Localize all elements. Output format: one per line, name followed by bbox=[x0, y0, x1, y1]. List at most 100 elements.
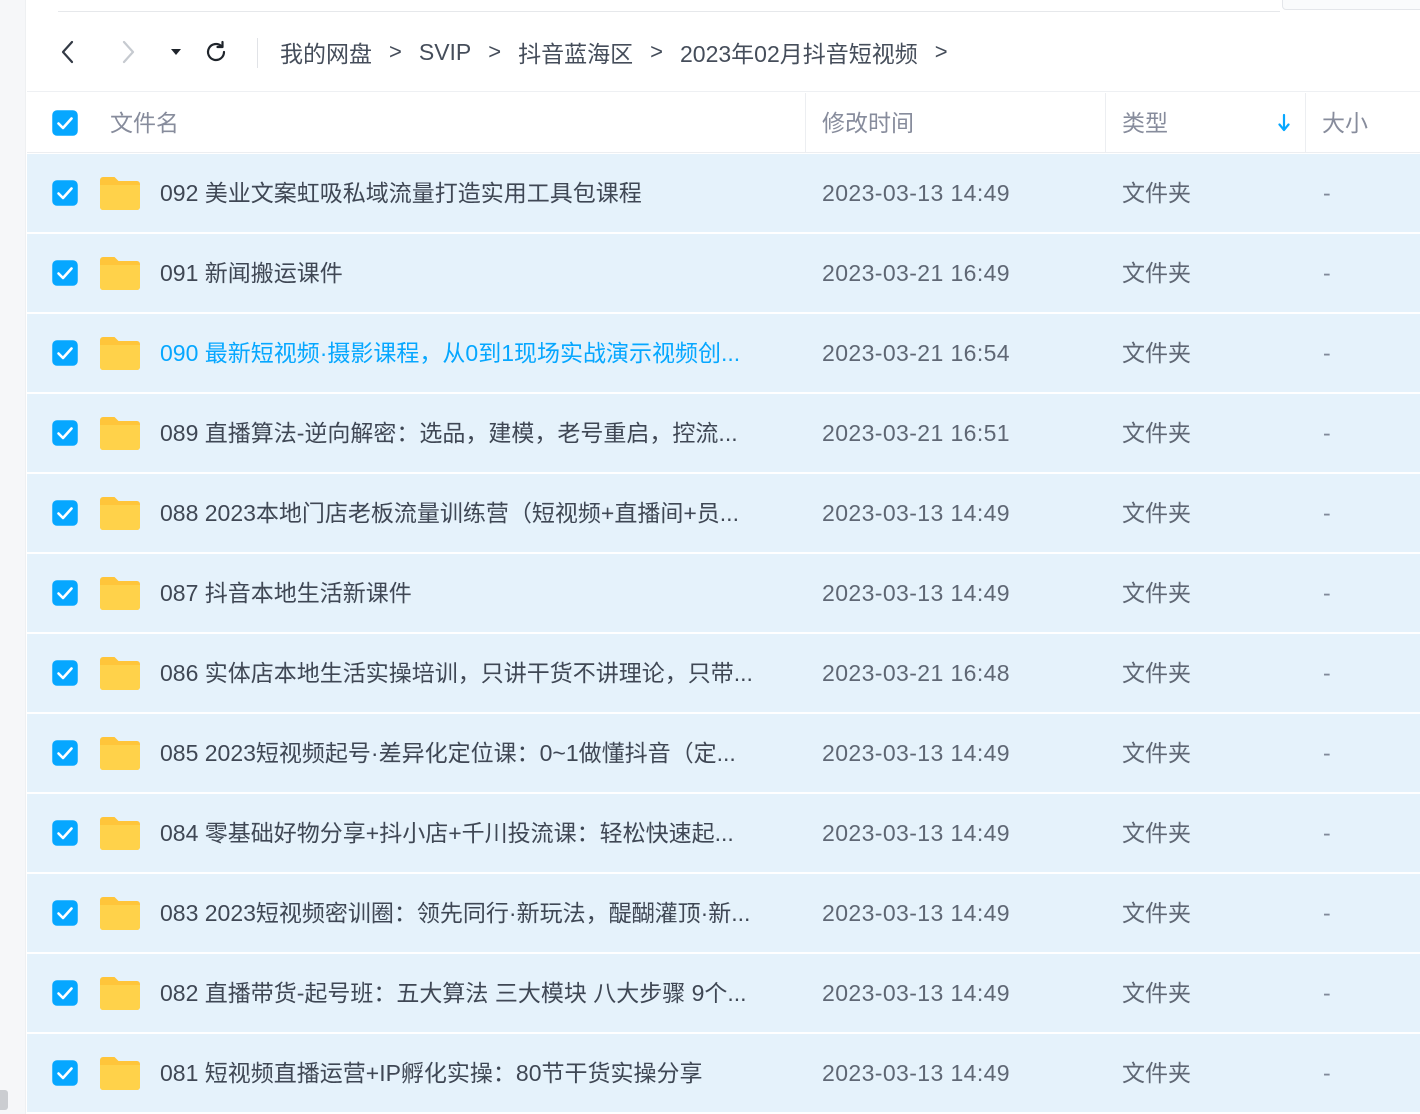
breadcrumb-item-blue-ocean[interactable]: 抖音蓝海区 bbox=[518, 35, 633, 69]
folder-icon bbox=[100, 736, 140, 770]
modified-time: 2023-03-13 14:49 bbox=[822, 980, 1010, 1006]
column-divider[interactable] bbox=[1105, 93, 1106, 153]
modified-time: 2023-03-13 14:49 bbox=[822, 740, 1010, 766]
folder-icon bbox=[100, 896, 140, 930]
file-name-link[interactable]: 085 2023短视频起号·差异化定位课：0~1做懂抖音（定... bbox=[160, 714, 736, 792]
modified-time: 2023-03-13 14:49 bbox=[822, 180, 1010, 206]
row-checkbox[interactable] bbox=[52, 980, 78, 1006]
file-size: - bbox=[1323, 340, 1331, 366]
folder-icon bbox=[100, 816, 140, 850]
modified-time: 2023-03-13 14:49 bbox=[822, 820, 1010, 846]
file-type: 文件夹 bbox=[1122, 260, 1191, 286]
row-checkbox[interactable] bbox=[52, 820, 78, 846]
table-row[interactable]: 091 新闻搬运课件 2023-03-21 16:49 文件夹 - bbox=[27, 234, 1420, 312]
file-name-link[interactable]: 086 实体店本地生活实操培训，只讲干货不讲理论，只带... bbox=[160, 634, 753, 712]
row-checkbox[interactable] bbox=[52, 740, 78, 766]
modified-time: 2023-03-13 14:49 bbox=[822, 900, 1010, 926]
breadcrumb-separator: > bbox=[650, 39, 663, 64]
modified-time: 2023-03-21 16:51 bbox=[822, 420, 1010, 446]
refresh-icon[interactable] bbox=[202, 38, 230, 66]
file-name-link[interactable]: 083 2023短视频密训圈：领先同行·新玩法，醍醐灌顶·新... bbox=[160, 874, 750, 952]
search-box-edge[interactable] bbox=[1282, 0, 1420, 10]
chevron-right-icon[interactable] bbox=[114, 38, 142, 66]
column-header-type[interactable]: 类型 bbox=[1122, 93, 1168, 153]
modified-time: 2023-03-21 16:54 bbox=[822, 340, 1010, 366]
folder-icon bbox=[100, 656, 140, 690]
file-size: - bbox=[1323, 740, 1331, 766]
row-checkbox[interactable] bbox=[52, 260, 78, 286]
row-checkbox[interactable] bbox=[52, 180, 78, 206]
file-size: - bbox=[1323, 900, 1331, 926]
file-type: 文件夹 bbox=[1122, 420, 1191, 446]
table-row[interactable]: 087 抖音本地生活新课件 2023-03-13 14:49 文件夹 - bbox=[27, 554, 1420, 632]
modified-time: 2023-03-13 14:49 bbox=[822, 1060, 1010, 1086]
folder-icon bbox=[100, 176, 140, 210]
table-row[interactable]: 090 最新短视频·摄影课程，从0到1现场实战演示视频创... 2023-03-2… bbox=[27, 314, 1420, 392]
folder-icon bbox=[100, 1056, 140, 1090]
file-size: - bbox=[1323, 420, 1331, 446]
file-size: - bbox=[1323, 820, 1331, 846]
breadcrumb-item-svip[interactable]: SVIP bbox=[419, 39, 471, 66]
table-row[interactable]: 086 实体店本地生活实操培训，只讲干货不讲理论，只带... 2023-03-21… bbox=[27, 634, 1420, 712]
file-size: - bbox=[1323, 980, 1331, 1006]
row-checkbox[interactable] bbox=[52, 420, 78, 446]
caret-down-icon[interactable] bbox=[162, 38, 190, 66]
table-row[interactable]: 084 零基础好物分享+抖小店+千川投流课：轻松快速起... 2023-03-13… bbox=[27, 794, 1420, 872]
file-name-link[interactable]: 084 零基础好物分享+抖小店+千川投流课：轻松快速起... bbox=[160, 794, 734, 872]
row-checkbox[interactable] bbox=[52, 1060, 78, 1086]
file-name-link[interactable]: 081 短视频直播运营+IP孵化实操：80节干货实操分享 bbox=[160, 1034, 703, 1112]
file-type: 文件夹 bbox=[1122, 740, 1191, 766]
table-row[interactable]: 088 2023本地门店老板流量训练营（短视频+直播间+员... 2023-03-… bbox=[27, 474, 1420, 552]
modified-time: 2023-03-21 16:49 bbox=[822, 260, 1010, 286]
file-name-link[interactable]: 090 最新短视频·摄影课程，从0到1现场实战演示视频创... bbox=[160, 314, 740, 392]
row-checkbox[interactable] bbox=[52, 900, 78, 926]
file-type: 文件夹 bbox=[1122, 500, 1191, 526]
column-header-modified[interactable]: 修改时间 bbox=[822, 93, 914, 153]
file-name-link[interactable]: 082 直播带货-起号班：五大算法 三大模块 八大步骤 9个... bbox=[160, 954, 747, 1032]
file-size: - bbox=[1323, 1060, 1331, 1086]
breadcrumb-separator: > bbox=[488, 39, 502, 64]
arrow-down-icon[interactable] bbox=[1277, 113, 1291, 133]
file-type: 文件夹 bbox=[1122, 900, 1191, 926]
sidebar-edge bbox=[0, 0, 26, 1114]
file-type: 文件夹 bbox=[1122, 180, 1191, 206]
table-row[interactable]: 089 直播算法-逆向解密：选品，建模，老号重启，控流... 2023-03-21… bbox=[27, 394, 1420, 472]
table-row[interactable]: 082 直播带货-起号班：五大算法 三大模块 八大步骤 9个... 2023-03… bbox=[27, 954, 1420, 1032]
row-checkbox[interactable] bbox=[52, 340, 78, 366]
column-header-size[interactable]: 大小 bbox=[1322, 93, 1368, 153]
file-name-link[interactable]: 089 直播算法-逆向解密：选品，建模，老号重启，控流... bbox=[160, 394, 738, 472]
file-name-link[interactable]: 092 美业文案虹吸私域流量打造实用工具包课程 bbox=[160, 154, 642, 232]
sidebar-scrollbar[interactable] bbox=[0, 1090, 8, 1110]
table-header: 文件名 修改时间 类型 大小 bbox=[27, 93, 1420, 153]
table-row[interactable]: 092 美业文案虹吸私域流量打造实用工具包课程 2023-03-13 14:49 文… bbox=[27, 154, 1420, 232]
file-size: - bbox=[1323, 660, 1331, 686]
file-name-link[interactable]: 088 2023本地门店老板流量训练营（短视频+直播间+员... bbox=[160, 474, 739, 552]
table-row[interactable]: 081 短视频直播运营+IP孵化实操：80节干货实操分享 2023-03-13 1… bbox=[27, 1034, 1420, 1112]
file-name-link[interactable]: 087 抖音本地生活新课件 bbox=[160, 554, 412, 632]
file-list: 092 美业文案虹吸私域流量打造实用工具包课程 2023-03-13 14:49 文… bbox=[27, 154, 1420, 1114]
row-checkbox[interactable] bbox=[52, 500, 78, 526]
table-row[interactable]: 083 2023短视频密训圈：领先同行·新玩法，醍醐灌顶·新... 2023-03… bbox=[27, 874, 1420, 952]
file-size: - bbox=[1323, 580, 1331, 606]
file-type: 文件夹 bbox=[1122, 1060, 1191, 1086]
folder-icon bbox=[100, 416, 140, 450]
folder-icon bbox=[100, 256, 140, 290]
file-type: 文件夹 bbox=[1122, 580, 1191, 606]
breadcrumb-item-home[interactable]: 我的网盘 bbox=[280, 35, 372, 69]
modified-time: 2023-03-13 14:49 bbox=[822, 500, 1010, 526]
column-divider[interactable] bbox=[805, 93, 806, 153]
folder-icon bbox=[100, 336, 140, 370]
breadcrumb-item-current-folder[interactable]: 2023年02月抖音短视频 bbox=[680, 35, 918, 69]
folder-icon bbox=[100, 576, 140, 610]
chevron-left-icon[interactable] bbox=[54, 38, 82, 66]
breadcrumb-separator[interactable]: > bbox=[935, 39, 948, 65]
file-type: 文件夹 bbox=[1122, 820, 1191, 846]
table-row[interactable]: 085 2023短视频起号·差异化定位课：0~1做懂抖音（定... 2023-03… bbox=[27, 714, 1420, 792]
column-header-name[interactable]: 文件名 bbox=[110, 93, 179, 153]
breadcrumb: 我的网盘 > SVIP > 抖音蓝海区 > 2023年02月抖音短视频 > bbox=[280, 12, 948, 92]
row-checkbox[interactable] bbox=[52, 660, 78, 686]
row-checkbox[interactable] bbox=[52, 580, 78, 606]
file-name-link[interactable]: 091 新闻搬运课件 bbox=[160, 234, 343, 312]
column-divider[interactable] bbox=[1305, 93, 1306, 153]
select-all-checkbox[interactable] bbox=[52, 110, 78, 136]
